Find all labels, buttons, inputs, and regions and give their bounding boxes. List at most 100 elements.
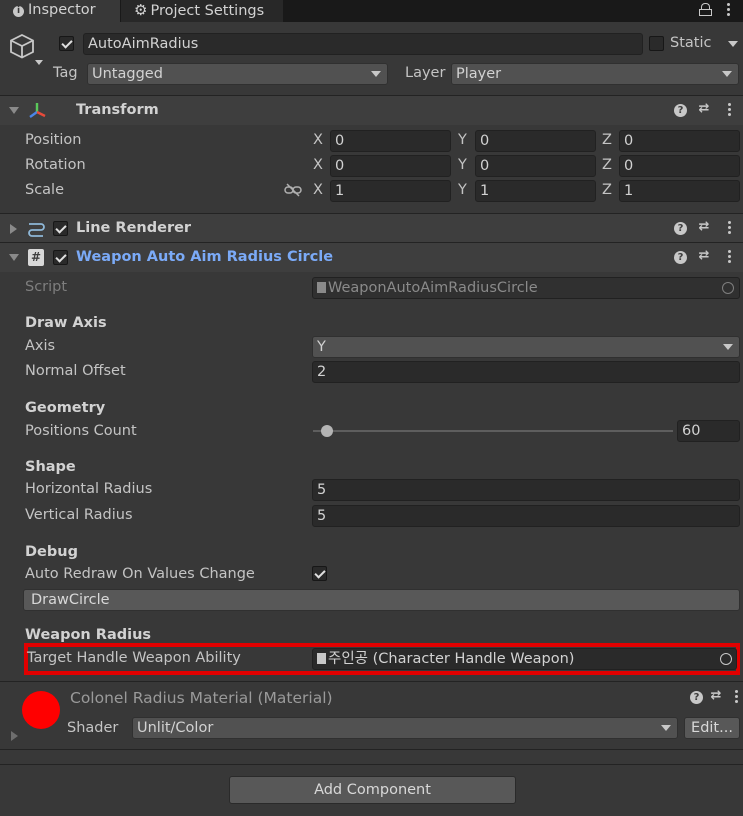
rotation-y-field[interactable]: 0 [475, 155, 596, 177]
foldout-arrow-icon[interactable] [9, 254, 19, 261]
weapon-circle-header[interactable]: # Weapon Auto Aim Radius Circle ? ⇄ [0, 242, 743, 272]
axis-z-label[interactable]: Z [602, 157, 612, 173]
presets-icon[interactable]: ⇄ [696, 248, 712, 263]
component-menu-icon[interactable] [728, 103, 731, 118]
axis-z-label[interactable]: Z [602, 182, 612, 198]
target-handle-weapon-label: Target Handle Weapon Ability [27, 650, 241, 666]
axis-x-label[interactable]: X [313, 132, 323, 148]
tab-project-settings-label: Project Settings [150, 3, 265, 19]
tag-value: Untagged [92, 66, 163, 82]
gear-icon: ⚙ [134, 1, 148, 19]
bottom-separator-2 [0, 764, 743, 765]
transform-header[interactable]: Transform ? ⇄ [0, 95, 743, 125]
presets-icon[interactable]: ⇄ [696, 219, 712, 234]
lock-body-icon [699, 9, 712, 16]
constrain-proportions-link-icon[interactable] [284, 183, 302, 197]
info-icon: i [13, 6, 24, 17]
icon-dropdown-arrow-icon[interactable] [35, 60, 43, 65]
scale-label: Scale [25, 182, 65, 198]
component-file-icon [317, 653, 326, 664]
tab-inspector-label: Inspector [28, 2, 96, 18]
draw-circle-button[interactable]: DrawCircle [23, 589, 740, 611]
tab-project-settings[interactable]: ⚙ Project Settings [121, 0, 283, 22]
edit-shader-button[interactable]: Edit... [684, 717, 740, 739]
static-dropdown-arrow-icon[interactable] [728, 41, 738, 47]
debug-header: Debug [25, 544, 78, 560]
tab-menu-icon[interactable] [727, 3, 730, 18]
position-y-field[interactable]: 0 [475, 130, 596, 152]
axis-value: Y [317, 339, 326, 355]
component-menu-icon[interactable] [728, 250, 731, 265]
axis-x-label[interactable]: X [313, 182, 323, 198]
presets-icon[interactable]: ⇄ [696, 101, 712, 116]
positions-count-slider-track[interactable] [313, 430, 673, 432]
scale-y-field[interactable]: 1 [475, 180, 596, 202]
shader-dropdown[interactable]: Unlit/Color [132, 717, 678, 739]
axis-x-label[interactable]: X [313, 157, 323, 173]
axis-label: Axis [25, 338, 56, 354]
tag-dropdown[interactable]: Untagged [87, 63, 388, 85]
axis-dropdown[interactable]: Y [312, 336, 740, 358]
bottom-separator [0, 749, 743, 750]
vertical-radius-label: Vertical Radius [25, 507, 133, 523]
axis-z-label[interactable]: Z [602, 132, 612, 148]
line-renderer-icon [27, 220, 45, 238]
layer-dropdown[interactable]: Player [451, 63, 739, 85]
target-handle-weapon-field[interactable]: 주인공 (Character Handle Weapon) [312, 648, 737, 670]
line-renderer-title: Line Renderer [76, 220, 192, 236]
axis-y-label[interactable]: Y [458, 157, 467, 173]
horizontal-radius-label: Horizontal Radius [25, 481, 153, 497]
geometry-header: Geometry [25, 400, 106, 416]
object-picker-icon [722, 282, 734, 294]
foldout-arrow-icon[interactable] [9, 107, 19, 114]
positions-count-field[interactable]: 60 [677, 420, 740, 442]
static-checkbox[interactable] [649, 36, 664, 51]
material-title: Colonel Radius Material (Material) [70, 689, 333, 707]
help-icon[interactable]: ? [674, 222, 687, 235]
help-icon[interactable]: ? [674, 104, 687, 117]
auto-redraw-checkbox[interactable] [312, 566, 327, 581]
axis-y-label[interactable]: Y [458, 132, 467, 148]
object-name-field[interactable]: AutoAimRadius [83, 33, 643, 55]
object-picker-icon[interactable] [720, 653, 732, 665]
tag-label: Tag [53, 65, 78, 81]
layer-value: Player [456, 66, 502, 82]
weapon-radius-header: Weapon Radius [25, 627, 152, 643]
help-icon[interactable]: ? [690, 691, 703, 704]
add-component-button[interactable]: Add Component [229, 776, 516, 804]
gameobject-cube-icon [9, 33, 35, 59]
material-menu-icon[interactable] [735, 690, 738, 705]
weapon-circle-title: Weapon Auto Aim Radius Circle [76, 249, 334, 265]
vertical-radius-field[interactable]: 5 [312, 505, 740, 527]
script-object-field: WeaponAutoAimRadiusCircle [312, 277, 740, 299]
layer-label: Layer [405, 65, 446, 81]
horizontal-radius-field[interactable]: 5 [312, 479, 740, 501]
line-renderer-enabled-checkbox[interactable] [53, 221, 68, 236]
shape-header: Shape [25, 459, 76, 475]
scale-z-field[interactable]: 1 [619, 180, 740, 202]
position-x-field[interactable]: 0 [330, 130, 451, 152]
shader-label: Shader [67, 720, 119, 736]
normal-offset-field[interactable]: 2 [312, 361, 740, 383]
positions-count-label: Positions Count [25, 423, 137, 439]
static-label: Static [670, 35, 712, 51]
rotation-x-field[interactable]: 0 [330, 155, 451, 177]
component-menu-icon[interactable] [728, 221, 731, 236]
position-z-field[interactable]: 0 [619, 130, 740, 152]
line-renderer-header[interactable]: Line Renderer ? ⇄ [0, 213, 743, 243]
axis-y-label[interactable]: Y [458, 182, 467, 198]
draw-axis-header: Draw Axis [25, 315, 107, 331]
help-icon[interactable]: ? [674, 251, 687, 264]
active-checkbox[interactable] [59, 36, 74, 51]
scale-x-field[interactable]: 1 [330, 180, 451, 202]
material-foldout-arrow-icon[interactable] [11, 731, 18, 741]
rotation-z-field[interactable]: 0 [619, 155, 740, 177]
auto-redraw-label: Auto Redraw On Values Change [25, 566, 255, 582]
position-label: Position [25, 132, 82, 148]
foldout-arrow-icon[interactable] [10, 224, 17, 234]
presets-icon[interactable]: ⇄ [708, 688, 724, 703]
tab-inspector[interactable]: i Inspector [0, 0, 120, 22]
rotation-label: Rotation [25, 157, 86, 173]
weapon-circle-enabled-checkbox[interactable] [53, 250, 68, 265]
positions-count-slider-thumb[interactable] [321, 425, 333, 437]
